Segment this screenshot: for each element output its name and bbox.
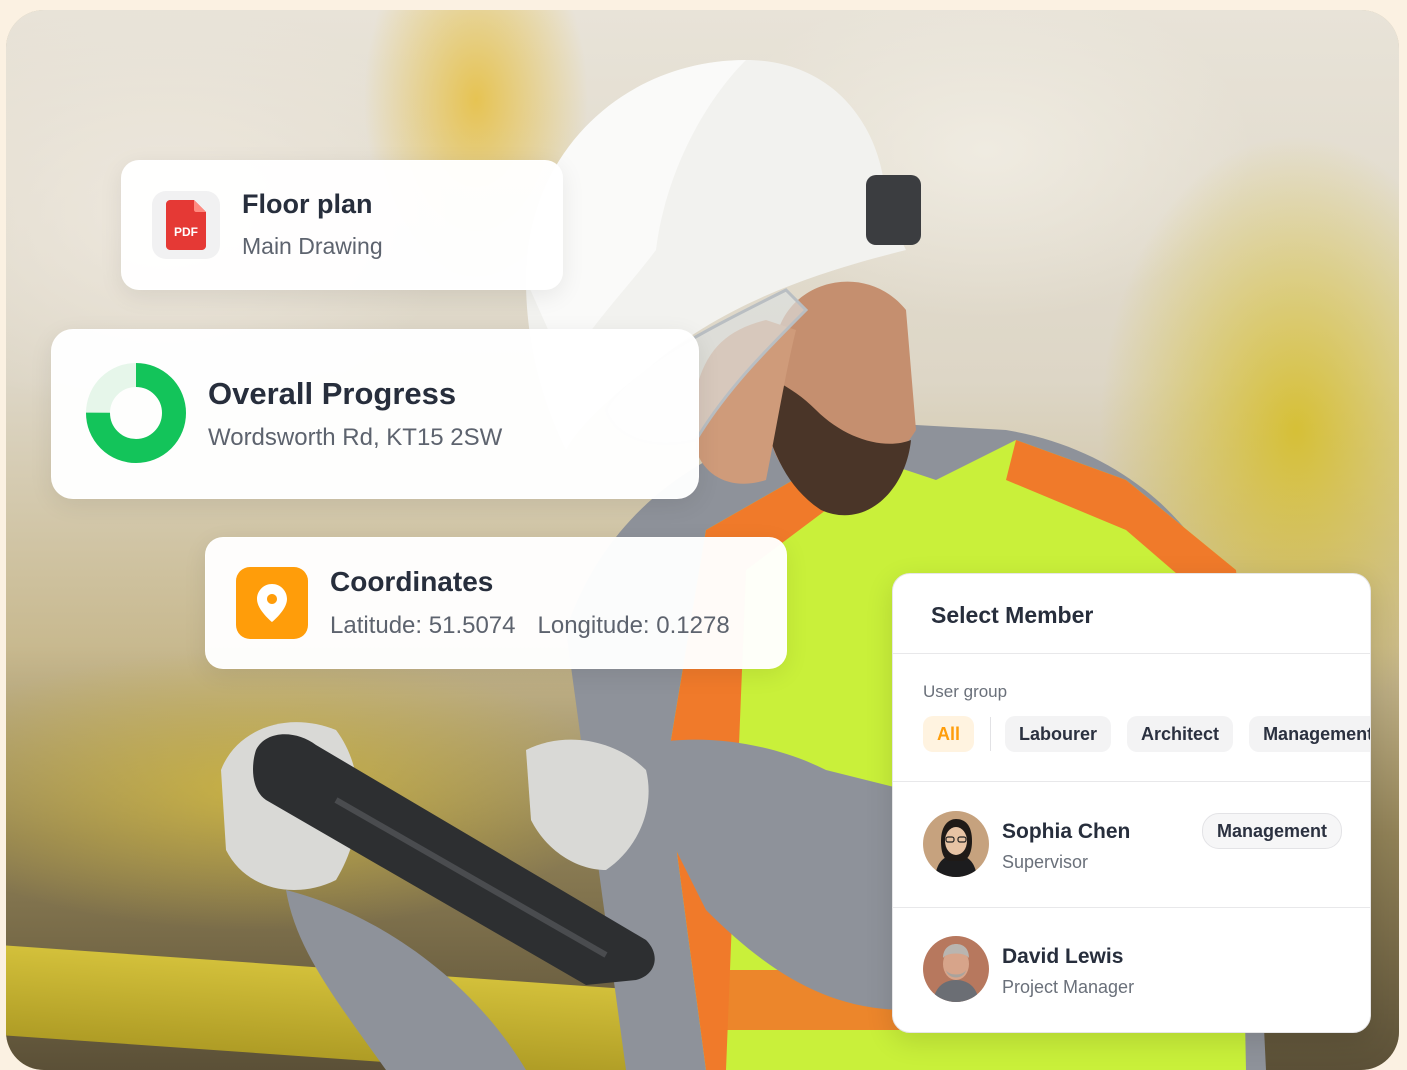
member-row-david-lewis[interactable]: David Lewis Project Manager (893, 908, 1370, 1032)
member-row-sophia-chen[interactable]: Sophia Chen Supervisor Management (893, 782, 1370, 908)
avatar (923, 936, 989, 1002)
group-chip-management[interactable]: Management (1249, 716, 1370, 752)
select-member-panel: Select Member User group All Labourer Ar… (892, 573, 1371, 1033)
member-name: David Lewis (1002, 945, 1124, 968)
member-role: Supervisor (1002, 852, 1089, 872)
coordinates-values: Latitude: 51.5074 Longitude: 0.1278 (330, 612, 730, 640)
pdf-file-icon: PDF (152, 191, 220, 259)
longitude-value: Longitude: 0.1278 (537, 612, 730, 639)
member-group-badge: Management (1201, 813, 1342, 849)
map-pin-icon (236, 567, 308, 639)
panel-header-divider (893, 653, 1370, 654)
coordinates-title: Coordinates (330, 566, 494, 597)
group-chip-architect[interactable]: Architect (1127, 716, 1234, 752)
panel-title: Select Member (931, 602, 1094, 628)
progress-title: Overall Progress (208, 376, 457, 411)
pdf-badge-label: PDF (174, 225, 198, 239)
overall-progress-card[interactable]: Overall Progress Wordsworth Rd, KT15 2SW (51, 329, 699, 499)
member-role: Project Manager (1002, 977, 1135, 997)
floor-plan-card[interactable]: PDF Floor plan Main Drawing (121, 160, 563, 290)
coordinates-card[interactable]: Coordinates Latitude: 51.5074 Longitude: … (205, 537, 787, 669)
latitude-value: Latitude: 51.5074 (330, 612, 516, 639)
user-group-chips: All Labourer Architect Management (923, 716, 1370, 752)
progress-address: Wordsworth Rd, KT15 2SW (208, 424, 503, 451)
group-chip-labourer[interactable]: Labourer (1005, 716, 1112, 752)
progress-donut-chart (86, 363, 186, 463)
avatar (923, 811, 989, 877)
floor-plan-title: Floor plan (242, 189, 373, 219)
chip-divider (990, 717, 992, 751)
member-name: Sophia Chen (1002, 820, 1131, 843)
user-group-label: User group (923, 682, 1008, 701)
group-chip-all[interactable]: All (923, 716, 975, 752)
floor-plan-subtitle: Main Drawing (242, 233, 383, 259)
hero-frame: PDF Floor plan Main Drawing Overall Prog… (6, 10, 1399, 1070)
